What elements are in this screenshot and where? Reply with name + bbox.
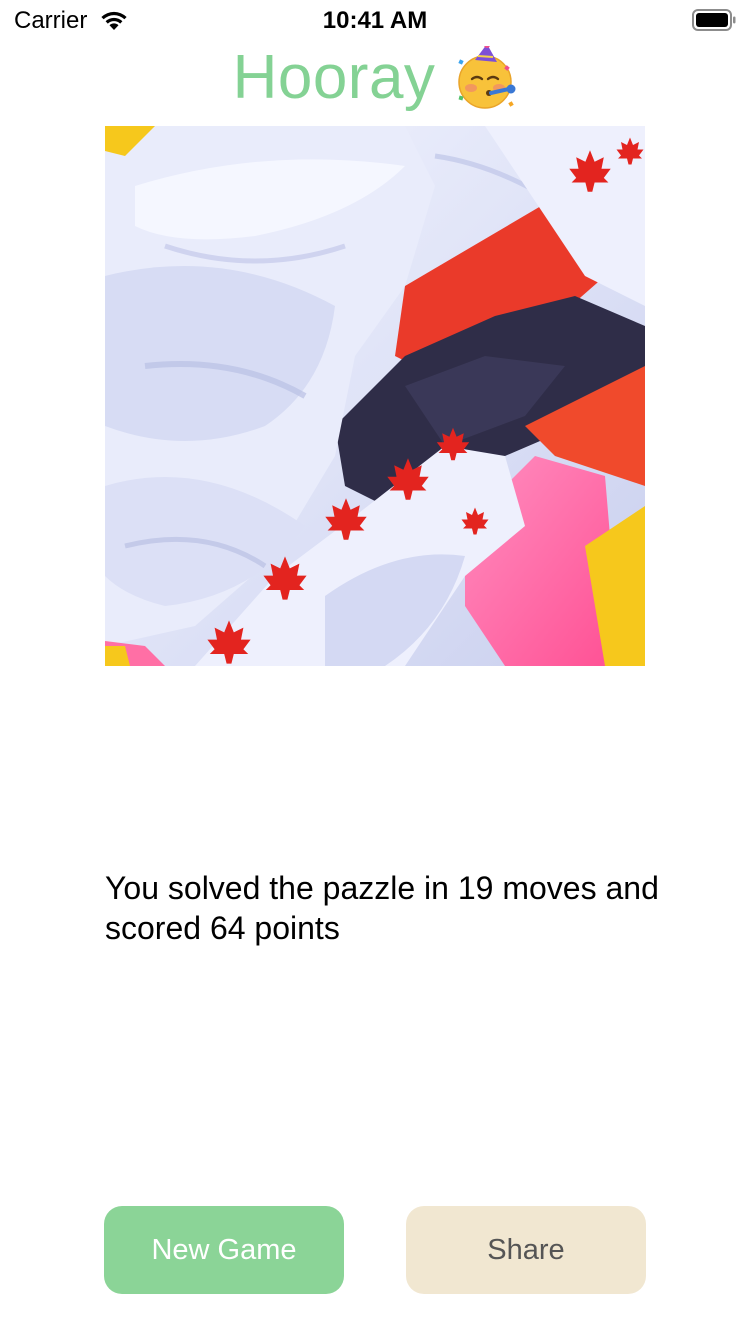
battery-icon (692, 9, 736, 31)
share-button[interactable]: Share (406, 1206, 646, 1294)
new-game-button[interactable]: New Game (104, 1206, 344, 1294)
title-row: Hooray (0, 40, 750, 116)
status-time: 10:41 AM (322, 7, 428, 34)
party-face-icon (453, 42, 517, 110)
result-message: You solved the pazzle in 19 moves and sc… (105, 870, 659, 946)
solved-puzzle-image (105, 126, 645, 666)
status-bar: Carrier 10:41 AM (0, 0, 750, 40)
page-title: Hooray (232, 43, 436, 112)
share-label: Share (487, 1233, 565, 1266)
new-game-label: New Game (151, 1233, 297, 1266)
